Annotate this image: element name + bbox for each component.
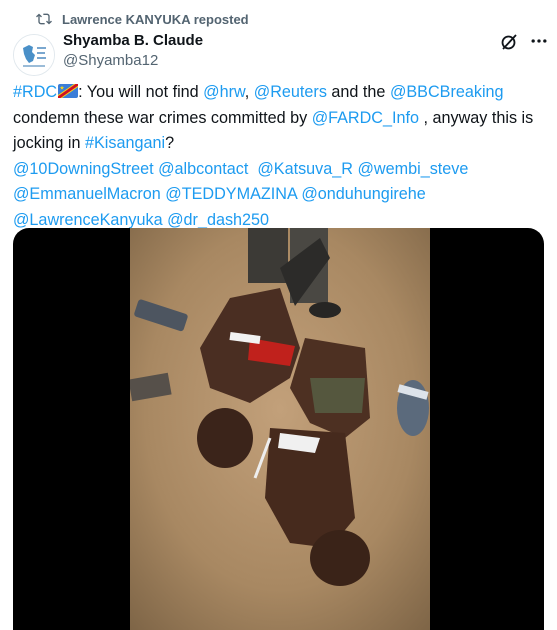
mention-onduhungirehe[interactable]: @onduhungirehe <box>301 185 425 203</box>
mention-reuters[interactable]: @Reuters <box>254 83 327 101</box>
mention-lawrencekanyuka[interactable]: @LawrenceKanyuka <box>13 211 163 229</box>
mention-drdash[interactable]: @dr_dash250 <box>167 211 269 229</box>
tweet-text-part: : You will not find <box>78 83 204 101</box>
mention-albcontact[interactable]: @albcontact <box>158 160 248 178</box>
tweet-text: #RDC : You will not find @hrw, @Reuters … <box>13 80 543 234</box>
repost-header[interactable]: Lawrence KANYUKA reposted <box>36 9 249 29</box>
video-frame <box>130 228 430 630</box>
mention-bbcbreaking[interactable]: @BBCBreaking <box>390 83 504 101</box>
tweet-text-part: condemn these war crimes committed by <box>13 108 312 127</box>
avatar[interactable] <box>13 34 55 76</box>
more-options-icon[interactable] <box>527 30 551 52</box>
author-name[interactable]: Shyamba B. Claude <box>63 32 203 49</box>
hashtag-rdc[interactable]: #RDC <box>13 83 57 101</box>
repost-icon <box>36 13 52 25</box>
tweet-text-part: and the <box>326 83 390 101</box>
video-player[interactable] <box>13 228 544 630</box>
mention-wembi[interactable]: @wembi_steve <box>357 160 468 178</box>
author-handle[interactable]: @Shyamba12 <box>63 52 158 69</box>
mention-teddymazina[interactable]: @TEDDYMAZINA <box>165 185 297 203</box>
mention-10downingstreet[interactable]: @10DowningStreet <box>13 160 154 178</box>
tweet-text-part: ? <box>165 134 175 153</box>
repost-label: Lawrence KANYUKA reposted <box>62 11 249 27</box>
hashtag-kisangani[interactable]: #Kisangani <box>85 134 165 152</box>
mention-katsuva[interactable]: @Katsuva_R <box>257 160 353 178</box>
drc-flag-icon <box>58 84 79 98</box>
mention-emmanuelmacron[interactable]: @EmmanuelMacron <box>13 185 161 203</box>
mention-fardc[interactable]: @FARDC_Info <box>312 109 419 127</box>
mention-hrw[interactable]: @hrw <box>203 83 245 101</box>
tweet-text-part: , <box>244 83 254 101</box>
grok-icon[interactable] <box>499 32 519 52</box>
